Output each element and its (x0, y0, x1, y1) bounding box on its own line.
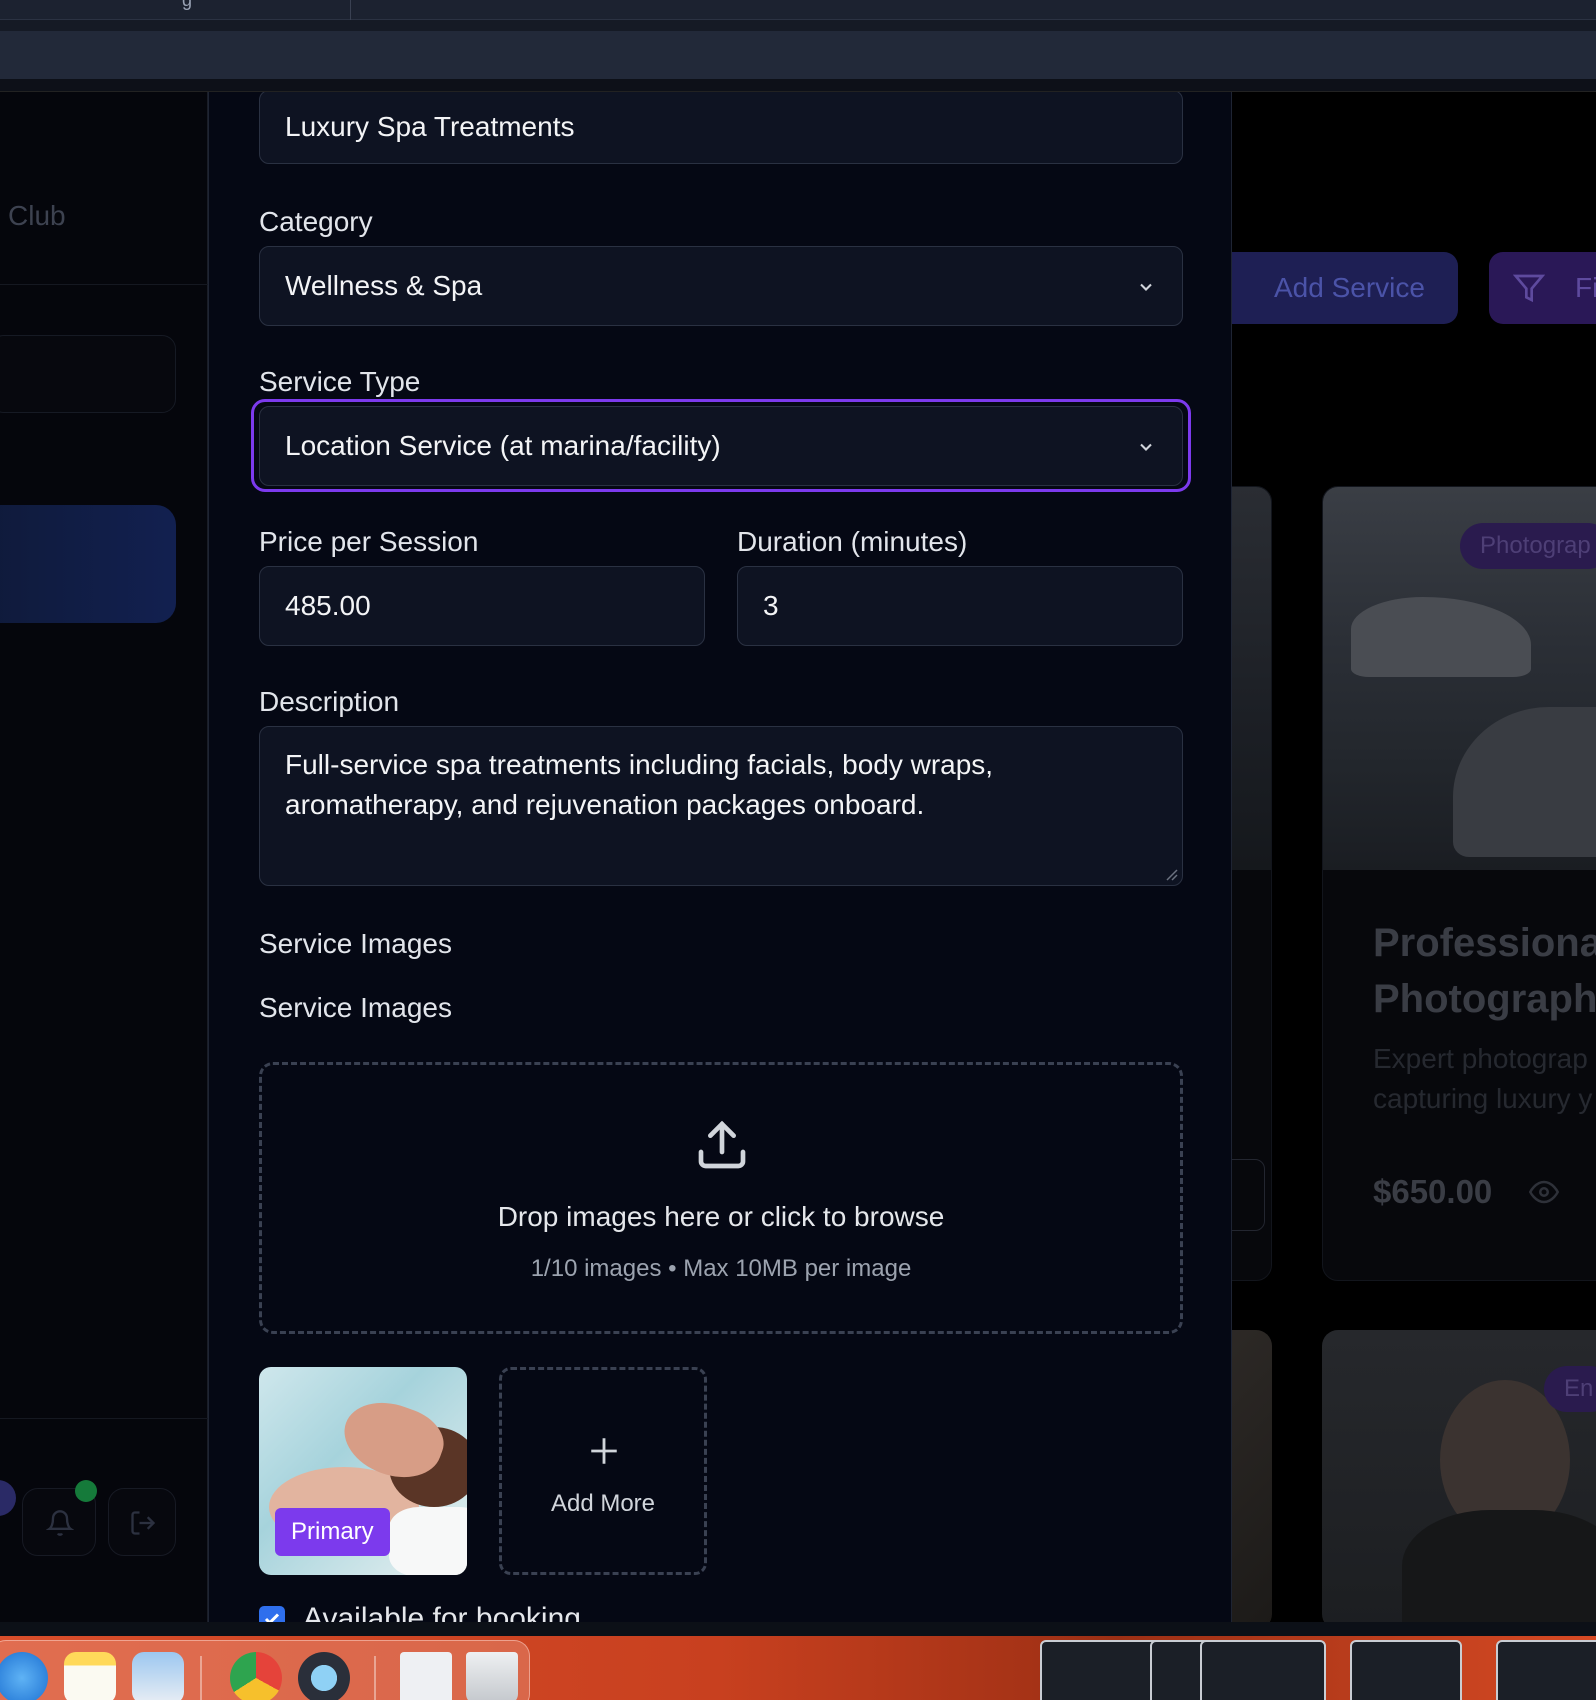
card-category-tag: En (1544, 1366, 1596, 1412)
service-images-field-label: Service Images (259, 992, 452, 1023)
dropzone-limits: 1/10 images • Max 10MB per image (262, 1255, 1180, 1283)
price-label: Price per Session (259, 526, 479, 557)
uploaded-image-thumbnail[interactable]: Primary (259, 1367, 467, 1575)
browser-toolbar (0, 31, 1596, 79)
background-logout-button (108, 1488, 176, 1556)
bell-icon (46, 1510, 74, 1536)
card-category-tag: Photograp (1460, 523, 1596, 569)
service-type-select[interactable]: Location Service (at marina/facility) (259, 406, 1183, 486)
chrome-icon[interactable] (230, 1652, 282, 1700)
price-value: 485.00 (285, 590, 371, 621)
dock-separator (374, 1656, 376, 1700)
primary-badge: Primary (275, 1508, 390, 1556)
description-value: Full-service spa treatments including fa… (285, 749, 994, 820)
category-label: Category (259, 206, 373, 237)
notes-icon[interactable] (64, 1652, 116, 1700)
card-price: $650.00 (1373, 1173, 1493, 1210)
service-images-section-label: Service Images (259, 928, 452, 959)
eye-icon (1529, 1180, 1559, 1204)
boat-shape (1453, 707, 1596, 857)
check-icon (264, 1613, 280, 1622)
background-brand-text: Club (8, 200, 66, 231)
preview-icon[interactable] (132, 1652, 184, 1700)
card-title-line: Photograph (1373, 977, 1596, 1021)
edit-service-modal: Luxury Spa Treatments Category Wellness … (208, 92, 1232, 1622)
duration-input[interactable]: 3 (737, 566, 1183, 646)
chevron-down-icon (1140, 443, 1152, 451)
service-name-input[interactable]: Luxury Spa Treatments (259, 92, 1183, 164)
quicktime-icon[interactable] (298, 1652, 350, 1700)
resize-handle-icon[interactable] (1164, 867, 1178, 881)
dock-shadow (0, 1622, 1596, 1636)
minimized-window-thumbnail[interactable] (1040, 1640, 1162, 1700)
duration-label: Duration (minutes) (737, 526, 968, 557)
tab-divider (350, 0, 351, 20)
trash-icon[interactable] (466, 1652, 518, 1700)
separator-bullet: • (668, 1255, 677, 1282)
available-checkbox[interactable] (259, 1606, 285, 1622)
image-count: 1/10 images (530, 1255, 662, 1282)
toolbar-gap (0, 20, 1596, 31)
background-active-nav-item (0, 505, 176, 623)
person-body-shape (1402, 1510, 1596, 1630)
notification-dot (75, 1480, 97, 1502)
price-input[interactable]: 485.00 (259, 566, 705, 646)
duration-value: 3 (763, 590, 779, 621)
available-label: Available for booking (303, 1602, 581, 1622)
category-value: Wellness & Spa (285, 270, 483, 301)
image-dropzone[interactable]: Drop images here or click to browse 1/10… (259, 1062, 1183, 1334)
safari-icon[interactable] (0, 1652, 48, 1700)
description-textarea[interactable]: Full-service spa treatments including fa… (259, 726, 1183, 886)
logout-icon (131, 1511, 156, 1535)
minimized-window-thumbnail[interactable] (1350, 1640, 1462, 1700)
tab-title-fragment: g (182, 0, 193, 10)
minimized-window-thumbnail[interactable] (1496, 1640, 1596, 1700)
service-name-value: Luxury Spa Treatments (285, 111, 575, 142)
background-service-card: En (1322, 1330, 1596, 1630)
documents-folder-icon[interactable] (400, 1652, 452, 1700)
size-limit: Max 10MB per image (683, 1255, 912, 1282)
add-more-label: Add More (550, 1490, 656, 1517)
card-title-line: Professiona (1373, 921, 1596, 965)
card-description-line: capturing luxury y (1373, 1083, 1593, 1114)
dropzone-instruction: Drop images here or click to browse (497, 1201, 945, 1232)
yacht-shape (1351, 597, 1531, 677)
background-filter-button: Fi (1489, 252, 1596, 324)
background-search-box (0, 335, 176, 413)
add-service-label: Add Service (1274, 272, 1425, 303)
plus-icon (591, 1438, 617, 1464)
service-type-value: Location Service (at marina/facility) (285, 430, 721, 461)
toolbar-edge (0, 79, 1596, 92)
thumbnail-figure (389, 1507, 467, 1575)
background-add-service-button: Add Service (1210, 252, 1458, 324)
macos-dock (0, 1636, 1596, 1700)
background-divider (0, 284, 208, 285)
service-type-label: Service Type (259, 366, 421, 397)
description-label: Description (259, 686, 400, 717)
chevron-down-icon (1140, 283, 1152, 291)
category-select[interactable]: Wellness & Spa (259, 246, 1183, 326)
background-sidebar (0, 92, 208, 1622)
background-service-card: Photograp Professiona Photograph Expert … (1322, 486, 1596, 1281)
filter-label: Fi (1575, 272, 1596, 303)
filter-icon (1513, 274, 1545, 303)
card-title: Professiona Photograph (1373, 915, 1596, 1027)
available-for-booking[interactable]: Available for booking (259, 1602, 581, 1622)
dock-separator (200, 1656, 202, 1700)
card-description-line: Expert photograp (1373, 1043, 1588, 1074)
add-more-images-button[interactable]: Add More (499, 1367, 707, 1575)
upload-icon (698, 1120, 746, 1169)
minimized-window-thumbnail[interactable] (1200, 1640, 1326, 1700)
background-divider (0, 1418, 208, 1419)
browser-tab-bar: g (0, 0, 1596, 20)
card-description: Expert photograp capturing luxury y (1373, 1039, 1596, 1119)
